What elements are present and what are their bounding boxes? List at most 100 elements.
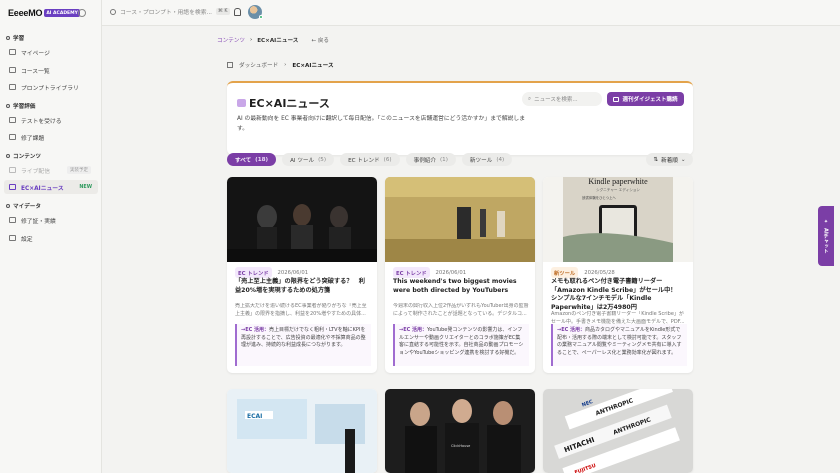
sort-dropdown[interactable]: ⇅ 新着順 ⌄: [646, 153, 693, 166]
logo-text: EeeeMO: [8, 8, 43, 18]
sidebar-item-news[interactable]: EC×AIニュース NEW: [4, 180, 98, 194]
book-icon: [9, 67, 16, 73]
page-title: EC×AIニュース: [249, 97, 330, 110]
ai-chat-tab[interactable]: ✦ AIチャット: [818, 206, 834, 266]
section-icon: [6, 104, 10, 108]
section-icon: [6, 204, 10, 208]
section-evaluation: 学習評価: [6, 102, 35, 110]
news-card[interactable]: Kindle paperwhite シグニチャー エディション 読書体験をひとつ…: [543, 177, 693, 373]
mail-icon: [613, 96, 620, 102]
article-thumbnail: Kindle paperwhite シグニチャー エディション 読書体験をひとつ…: [543, 177, 693, 262]
article-thumbnail: [385, 177, 535, 262]
section-icon: [6, 36, 10, 40]
section-learning: 学習: [6, 34, 24, 42]
home-icon: [227, 62, 233, 68]
news-icon: [9, 184, 16, 190]
sidebar-item-mypage[interactable]: マイページ: [4, 45, 98, 59]
filter-ec-trend[interactable]: EC トレンド (6): [340, 153, 400, 166]
breadcrumb-current: EC×AIニュース: [257, 38, 299, 44]
news-card[interactable]: ClickHouse: [385, 389, 535, 473]
sidebar-item-settings[interactable]: 設定: [4, 231, 98, 245]
library-icon: [9, 84, 16, 90]
kindle-tagline: 読書体験をひとつ上へ: [582, 195, 616, 200]
ec-usecase-box: →EC 活用：商品カタログやマニュアルをKindle形式で配布・活用する際の端末…: [551, 324, 687, 366]
breadcrumb-top: コンテンツ › EC×AIニュース ← 戻る: [217, 36, 329, 44]
bell-icon[interactable]: [234, 8, 241, 16]
chat-icon: ✦: [823, 218, 829, 225]
kindle-title: Kindle paperwhite: [588, 177, 648, 186]
sidebar-item-courses[interactable]: コース一覧: [4, 63, 98, 77]
card-summary: 今週末の興行収入上位2作品がいずれもYouTuber出身の監督によって制作された…: [393, 303, 529, 317]
sidebar: EeeeMO AI ACADEMY 学習 マイページ コース一覧 プロンプトライ…: [0, 0, 102, 473]
breadcrumb-current: EC×AIニュース: [292, 63, 334, 69]
sort-icon: ⇅: [653, 156, 659, 163]
sidebar-collapse-icon[interactable]: [78, 9, 86, 17]
global-search[interactable]: コース・プロンプト・用語を検索... ⌘ K: [110, 7, 230, 16]
gear-icon: [9, 235, 16, 241]
thumb-text: ClickHouse: [451, 444, 470, 448]
chevron-right-icon: ›: [249, 37, 253, 43]
card-date: 2026/05/28: [584, 269, 615, 276]
search-input[interactable]: コース・プロンプト・用語を検索...: [120, 7, 212, 16]
online-status-dot: [259, 15, 263, 19]
breadcrumb-link-content[interactable]: コンテンツ: [217, 36, 245, 44]
article-thumbnail: [227, 177, 377, 262]
card-meta: EC トレンド 2026/06/01: [393, 267, 466, 278]
test-icon: [9, 117, 16, 123]
home-icon: [9, 49, 16, 55]
card-meta: EC トレンド 2026/06/01: [235, 267, 308, 278]
filter-all[interactable]: すべて (18): [227, 153, 277, 166]
kindle-subtitle: シグニチャー エディション: [596, 187, 640, 192]
thumb-text: ECAI: [247, 413, 262, 420]
article-thumbnail: ECAI: [227, 389, 377, 473]
sidebar-item-certificates[interactable]: 修了証・実績: [4, 213, 98, 227]
card-date: 2026/06/01: [277, 269, 309, 276]
news-card[interactable]: ECAI: [227, 389, 377, 473]
sidebar-item-test[interactable]: テストを受ける: [4, 113, 98, 127]
shortcut-hint: ⌘ K: [216, 8, 230, 15]
card-title[interactable]: メモも取れるペン付き電子書籍リーダー「Amazon Kindle Scribe」…: [551, 278, 687, 312]
page-description: AI の最新動向を EC 事業者向けに翻訳して毎日配信。「このニュースを店舗運営…: [237, 116, 526, 132]
news-header-card: EC×AIニュース AI の最新動向を EC 事業者向けに翻訳して毎日配信。「こ…: [227, 81, 693, 155]
article-thumbnail: ANTHROPIC HITACHI ANTHROPIC FUJITSU NEC: [543, 389, 693, 473]
filter-ai-tools[interactable]: AI ツール (5): [282, 153, 335, 166]
news-card[interactable]: ANTHROPIC HITACHI ANTHROPIC FUJITSU NEC: [543, 389, 693, 473]
filter-case-study[interactable]: 事例紹介 (1): [405, 153, 456, 166]
category-badge: EC トレンド: [393, 267, 430, 278]
certificate-icon: [9, 217, 16, 223]
card-meta: 新ツール 2026/05/28: [551, 267, 615, 278]
ec-usecase-box: →EC 活用：YouTube発コンテンツの影響力は、インフルエンサーや動画クリエ…: [393, 324, 529, 366]
news-search-input[interactable]: ⌕ ニュースを検索...: [522, 92, 602, 106]
breadcrumb-link-dashboard[interactable]: ダッシュボード: [239, 61, 278, 69]
topbar: コース・プロンプト・用語を検索... ⌘ K: [102, 0, 840, 26]
breadcrumb-page: ダッシュボード › EC×AIニュース: [227, 61, 334, 69]
article-thumbnail: ClickHouse: [385, 389, 535, 473]
chevron-down-icon: ⌄: [680, 156, 686, 163]
card-date: 2026/06/01: [435, 269, 467, 276]
back-link[interactable]: ← 戻る: [311, 36, 329, 44]
card-title[interactable]: This weekend's two biggest movies were b…: [393, 278, 529, 295]
section-content: コンテンツ: [6, 152, 41, 160]
sidebar-item-live: ライブ配信 実装予定: [4, 163, 98, 177]
category-badge: EC トレンド: [235, 267, 272, 278]
card-title[interactable]: 「売上至上主義」の限界をどう突破する？ 利益20%増を実現するための処方箋: [235, 278, 371, 295]
filter-new-tools[interactable]: 新ツール (4): [461, 153, 513, 166]
category-badge: 新ツール: [551, 267, 579, 278]
main-content: コンテンツ › EC×AIニュース ← 戻る ダッシュボード › EC×AIニュ…: [102, 26, 840, 473]
news-icon: [237, 99, 246, 107]
section-icon: [6, 154, 10, 158]
target-icon: [9, 134, 16, 140]
ec-usecase-box: →EC 活用：売上目標だけでなく粗利・LTVを軸にKPIを再設計することで、広告…: [235, 324, 371, 366]
video-icon: [9, 167, 16, 173]
news-card[interactable]: EC トレンド 2026/06/01 This weekend's two bi…: [385, 177, 535, 373]
search-icon: ⌕: [528, 95, 532, 102]
category-filters: すべて (18) AI ツール (5) EC トレンド (6) 事例紹介 (1) 新ツー…: [227, 153, 513, 166]
coming-soon-badge: 実装予定: [67, 166, 91, 174]
sidebar-item-prompt-library[interactable]: プロンプトライブラリ: [4, 80, 98, 94]
logo[interactable]: EeeeMO AI ACADEMY: [8, 8, 80, 18]
new-badge: NEW: [79, 184, 92, 190]
news-card[interactable]: EC トレンド 2026/06/01 「売上至上主義」の限界をどう突破する？ 利…: [227, 177, 377, 373]
card-summary: 売上拡大だけを追い続けるEC事業者が陥りがちな「売上至上主義」の限界を指摘し、利…: [235, 303, 367, 317]
digest-subscribe-button[interactable]: 週刊ダイジェスト購読: [607, 92, 684, 106]
sidebar-item-assignment[interactable]: 修了課題: [4, 130, 98, 144]
